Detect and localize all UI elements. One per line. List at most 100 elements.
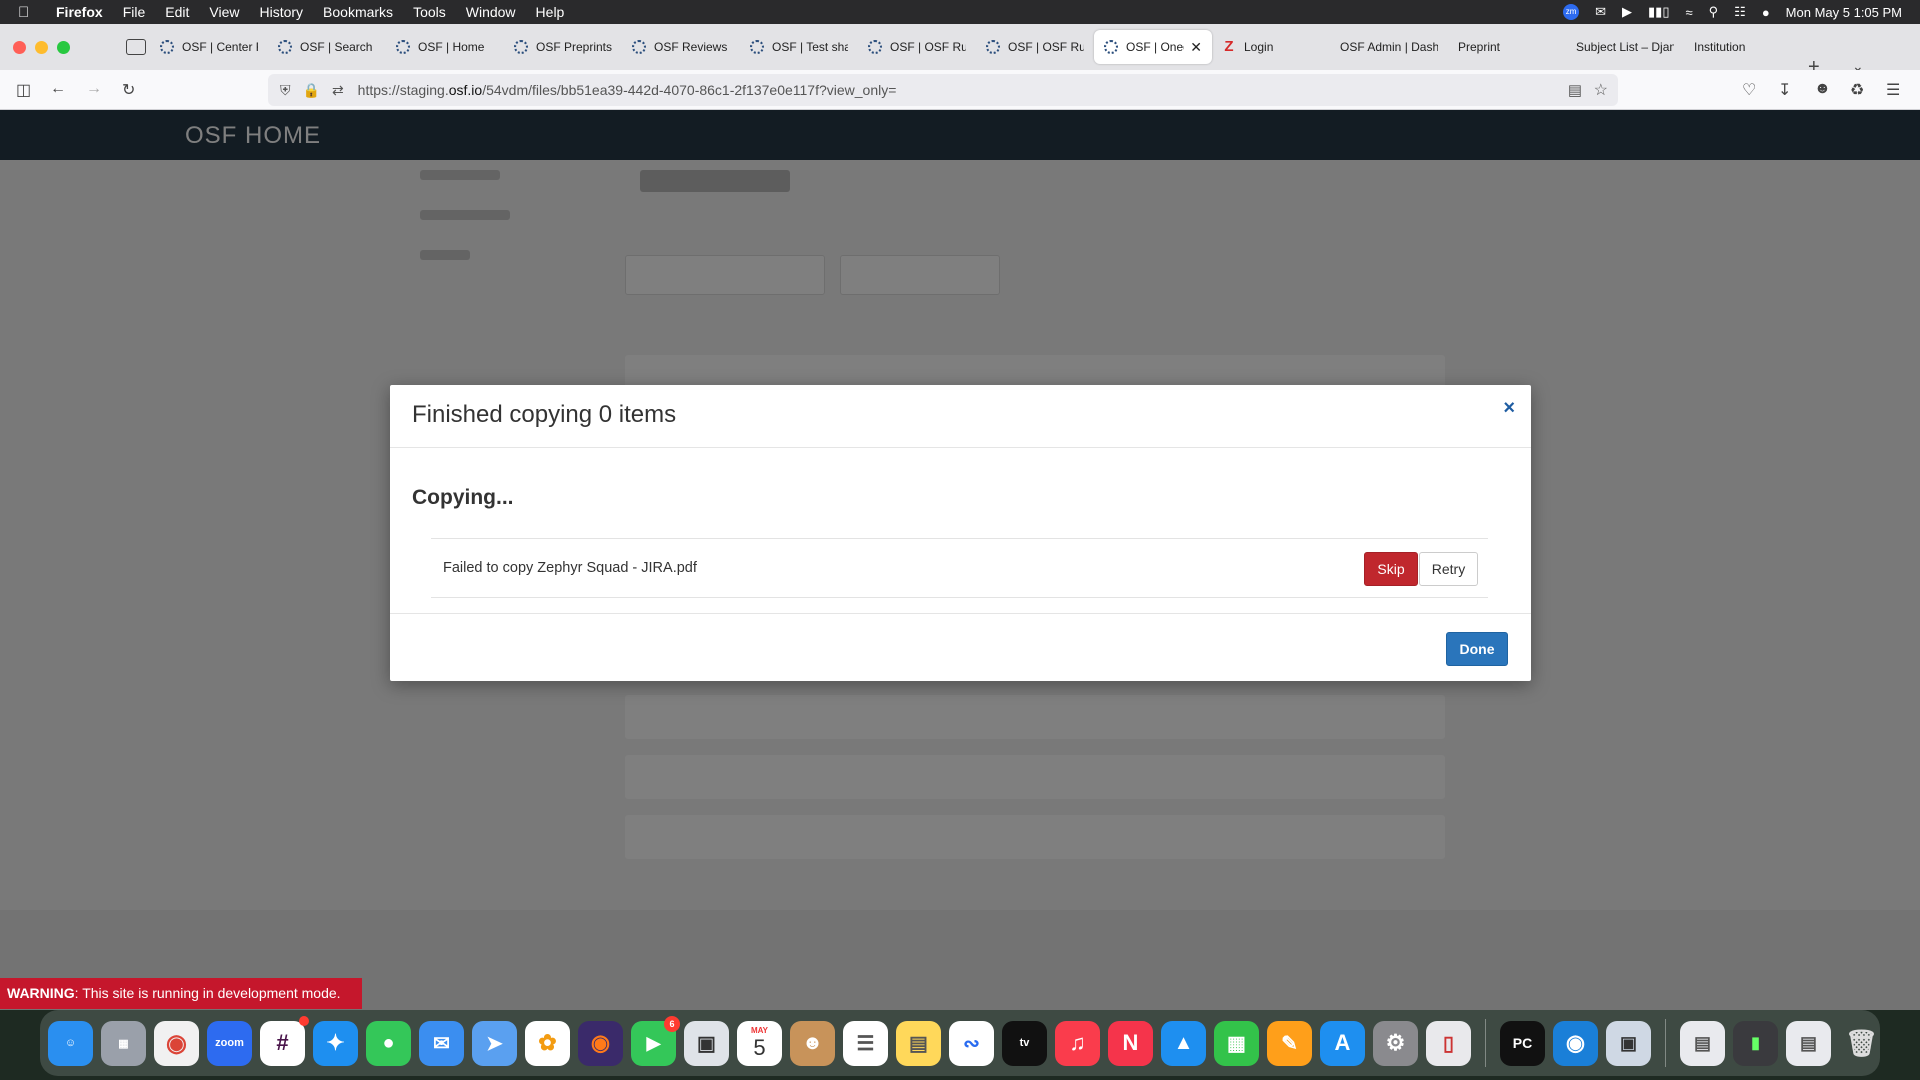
minimize-window-button[interactable] <box>35 40 48 54</box>
sidebar-toggle-icon[interactable]: ◫ <box>16 80 31 100</box>
tab-osf-test-share[interactable]: OSF | Test sha <box>740 30 858 64</box>
osf-icon <box>514 40 528 54</box>
reload-icon[interactable]: ↻ <box>122 80 135 100</box>
tab-label: OSF | Test sha <box>772 40 848 54</box>
contacts-icon[interactable]: ☻ <box>790 1020 835 1066</box>
menu-history[interactable]: History <box>259 4 303 20</box>
messages-icon[interactable]: ● <box>366 1020 411 1066</box>
tab-overview-icon[interactable] <box>126 39 146 55</box>
close-tab-icon[interactable]: ✕ <box>1190 39 1202 56</box>
menu-bar-clock[interactable]: Mon May 5 1:05 PM <box>1786 5 1902 20</box>
mail-status-icon[interactable]: ✉ <box>1595 4 1606 20</box>
pages-icon[interactable]: ✎ <box>1267 1020 1312 1066</box>
zoom-app-icon[interactable]: zoom <box>207 1020 252 1066</box>
back-icon[interactable]: ← <box>50 80 66 98</box>
osf-icon <box>396 40 410 54</box>
osf-icon <box>632 40 646 54</box>
close-icon[interactable]: × <box>1503 397 1515 420</box>
modal-body: Copying... Failed to copy Zephyr Squad -… <box>390 448 1531 614</box>
menu-file[interactable]: File <box>123 4 146 20</box>
calendar-icon[interactable]: MAY 5 <box>737 1020 782 1066</box>
pocket-icon[interactable]: ♡ <box>1742 80 1756 100</box>
photos-icon[interactable]: ✿ <box>525 1020 570 1066</box>
close-window-button[interactable] <box>13 40 26 54</box>
siri-icon[interactable]: ● <box>1762 5 1770 20</box>
tab-institution[interactable]: Institution <box>1684 30 1802 64</box>
url-path: /54vdm/files/bb51ea39-442d-4070-86c1-2f1… <box>482 82 897 98</box>
news-icon[interactable]: N <box>1108 1020 1153 1066</box>
hamburger-menu-icon[interactable]: ☰ <box>1886 80 1900 100</box>
download-icon[interactable]: ↧ <box>1778 80 1791 100</box>
spotlight-search-icon[interactable]: ⚲ <box>1709 4 1719 20</box>
reminders-icon[interactable]: ☰ <box>843 1020 888 1066</box>
notes-icon[interactable]: ▤ <box>896 1020 941 1066</box>
app-menu-firefox[interactable]: Firefox <box>56 4 103 20</box>
wifi-icon[interactable]: ≈ <box>1685 5 1692 20</box>
minimized-browser-window-icon[interactable]: ▤ <box>1786 1020 1831 1066</box>
menu-bookmarks[interactable]: Bookmarks <box>323 4 393 20</box>
tab-osf-admin[interactable]: OSF Admin | Dashb <box>1330 30 1448 64</box>
music-icon[interactable]: ♫ <box>1055 1020 1100 1066</box>
lock-icon[interactable]: 🔒 <box>303 82 320 99</box>
downloads-stack-icon[interactable]: ▤ <box>1680 1020 1725 1066</box>
retry-button[interactable]: Retry <box>1419 552 1478 586</box>
menu-bar-status-area: zm ✉ ▶ ▮▮▯ ≈ ⚲ ☷ ● Mon May 5 1:05 PM <box>1563 0 1902 24</box>
play-status-icon[interactable]: ▶ <box>1622 4 1632 20</box>
tab-osf-onedrive-active[interactable]: OSF | Oned ✕ <box>1094 30 1212 64</box>
safari-icon[interactable]: ✦ <box>313 1020 358 1066</box>
zoom-window-button[interactable] <box>57 40 70 54</box>
numbers-icon[interactable]: ▦ <box>1214 1020 1259 1066</box>
launchpad-icon[interactable]: ▦ <box>101 1020 146 1066</box>
system-settings-icon[interactable]: ⚙ <box>1373 1020 1418 1066</box>
tab-osf-home[interactable]: OSF | Home <box>386 30 504 64</box>
apple-menu-icon[interactable]:  <box>18 4 40 21</box>
url-text[interactable]: https://staging.osf.io/54vdm/files/bb51e… <box>358 82 897 98</box>
skip-button[interactable]: Skip <box>1364 552 1418 586</box>
menu-help[interactable]: Help <box>536 4 565 20</box>
freeform-icon[interactable]: ∾ <box>949 1020 994 1066</box>
facetime-icon[interactable]: ▶ 6 <box>631 1015 680 1066</box>
minimized-window-icon[interactable]: ▮ <box>1733 1020 1778 1066</box>
account-icon[interactable]: ☻ <box>1814 80 1831 98</box>
tab-osf-center[interactable]: OSF | Center F <box>150 30 268 64</box>
tab-osf-preprints[interactable]: OSF Preprints <box>504 30 622 64</box>
reader-view-icon[interactable]: ▤ <box>1568 81 1582 99</box>
permissions-icon[interactable]: ⇄ <box>332 82 344 99</box>
chrome-icon[interactable]: ◉ <box>154 1020 199 1066</box>
iphone-mirroring-icon[interactable]: ▯ <box>1426 1020 1471 1066</box>
app-store-icon[interactable]: A <box>1320 1020 1365 1066</box>
maps-icon[interactable]: ➤ <box>472 1020 517 1066</box>
forward-icon[interactable]: → <box>86 80 102 98</box>
finder-icon[interactable]: ☺ <box>48 1020 93 1066</box>
menu-window[interactable]: Window <box>466 4 516 20</box>
menu-tools[interactable]: Tools <box>413 4 446 20</box>
trash-icon[interactable]: 🗑 <box>1839 1021 1884 1066</box>
tab-osf-run-1[interactable]: OSF | OSF Run <box>858 30 976 64</box>
tab-login[interactable]: Z Login <box>1212 30 1330 64</box>
control-center-icon[interactable]: ☷ <box>1734 4 1746 20</box>
menu-view[interactable]: View <box>209 4 239 20</box>
bookmark-star-icon[interactable]: ☆ <box>1594 80 1608 100</box>
firefox-icon[interactable]: ◉ <box>578 1020 623 1066</box>
osf-icon <box>986 40 1000 54</box>
screenshot-icon[interactable]: ▣ <box>684 1020 729 1066</box>
address-bar[interactable]: ⛨ 🔒 ⇄ https://staging.osf.io/54vdm/files… <box>268 74 1618 106</box>
slack-icon[interactable]: # <box>260 1015 309 1066</box>
tab-subject-list[interactable]: Subject List – Djan <box>1566 30 1684 64</box>
apple-tv-icon[interactable]: tv <box>1002 1020 1047 1066</box>
tab-preprint[interactable]: Preprint <box>1448 30 1566 64</box>
keynote-icon[interactable]: ▲ <box>1161 1020 1206 1066</box>
mail-icon[interactable]: ✉ <box>419 1020 464 1066</box>
edge-icon[interactable]: ◉ <box>1553 1020 1598 1066</box>
tab-osf-reviews[interactable]: OSF Reviews <box>622 30 740 64</box>
menu-edit[interactable]: Edit <box>165 4 189 20</box>
done-button[interactable]: Done <box>1446 632 1508 666</box>
zoom-status-icon[interactable]: zm <box>1563 4 1580 20</box>
shield-icon[interactable]: ⛨ <box>280 82 291 99</box>
battery-icon[interactable]: ▮▮▯ <box>1648 4 1669 20</box>
tab-osf-search[interactable]: OSF | Search <box>268 30 386 64</box>
tab-osf-run-2[interactable]: OSF | OSF Run <box>976 30 1094 64</box>
pycharm-icon[interactable]: PC <box>1500 1020 1545 1066</box>
extensions-icon[interactable]: ♻ <box>1850 80 1864 100</box>
preview-icon[interactable]: ▣ <box>1606 1020 1651 1066</box>
